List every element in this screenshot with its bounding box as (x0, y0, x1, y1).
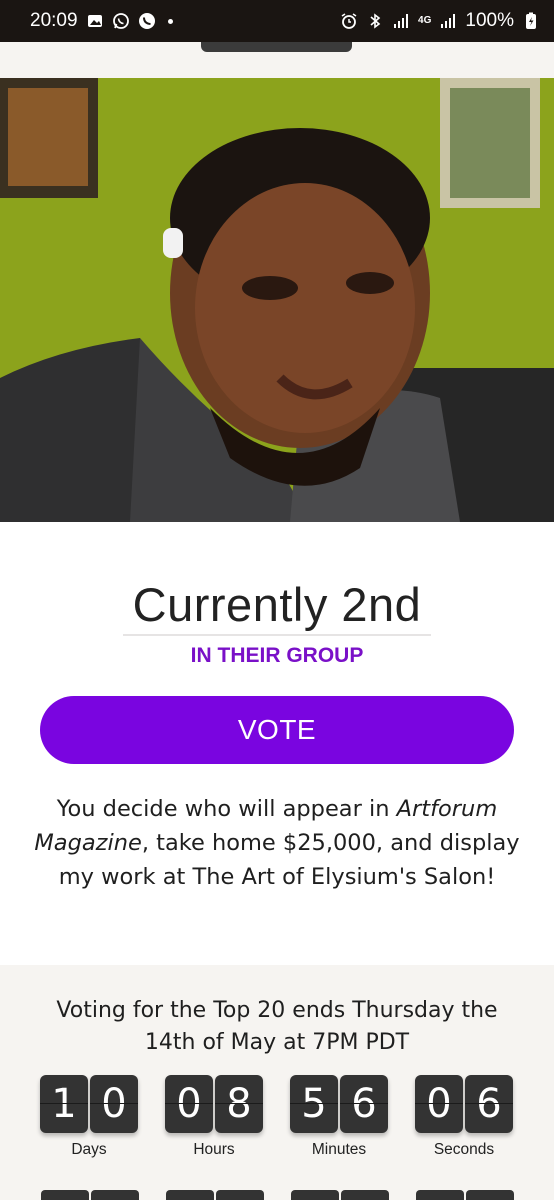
drag-handle[interactable] (201, 42, 352, 52)
rank-divider (123, 634, 431, 636)
countdown-label: Minutes (311, 1141, 367, 1158)
signal-icon-2 (439, 12, 457, 30)
countdown-digit: 0 (165, 1075, 213, 1133)
countdown-label: Seconds (433, 1141, 495, 1158)
rank-subtitle: IN THEIR GROUP (190, 644, 364, 667)
countdown-digit: 0 (90, 1075, 138, 1133)
countdown-digit: 6 (465, 1075, 513, 1133)
network-type: 4G (418, 15, 432, 26)
countdown-label: Days (71, 1141, 107, 1158)
countdown-digit: 5 (290, 1075, 338, 1133)
vote-button[interactable]: VOTE (40, 696, 514, 764)
next-section-peek (0, 1190, 554, 1200)
status-bar: 20:09 4G 100% (0, 0, 554, 42)
countdown-seconds: 0 6 Seconds (414, 1075, 514, 1159)
countdown-days: 1 0 Days (39, 1075, 139, 1159)
bluetooth-icon (366, 12, 384, 30)
countdown-digit: 0 (415, 1075, 463, 1133)
whatsapp-icon (112, 12, 130, 30)
viber-icon (138, 12, 156, 30)
page-top (0, 42, 554, 78)
countdown-digit: 1 (40, 1075, 88, 1133)
image-icon (86, 12, 104, 30)
vote-card: Currently 2nd IN THEIR GROUP VOTE You de… (0, 522, 554, 965)
status-right: 4G 100% (340, 10, 540, 32)
countdown-digit: 8 (215, 1075, 263, 1133)
alarm-icon (340, 12, 358, 30)
notification-dot (167, 18, 173, 24)
status-left: 20:09 (30, 10, 173, 32)
countdown-title: Voting for the Top 20 ends Thursday the … (56, 998, 498, 1055)
promo-text: You decide who will appear in Artforum M… (30, 792, 524, 894)
battery-percent: 100% (465, 10, 514, 31)
battery-icon (522, 12, 540, 30)
countdown-hours: 0 8 Hours (164, 1075, 264, 1159)
status-time: 20:09 (30, 10, 78, 31)
countdown-section: Voting for the Top 20 ends Thursday the … (0, 965, 554, 1200)
countdown-label: Hours (193, 1141, 235, 1158)
countdown-minutes: 5 6 Minutes (289, 1075, 389, 1159)
profile-photo (0, 78, 554, 522)
rank-title: Currently 2nd (132, 578, 422, 631)
promo-text-part1: You decide who will appear in (56, 796, 397, 822)
countdown-digit: 6 (340, 1075, 388, 1133)
signal-icon (392, 12, 410, 30)
